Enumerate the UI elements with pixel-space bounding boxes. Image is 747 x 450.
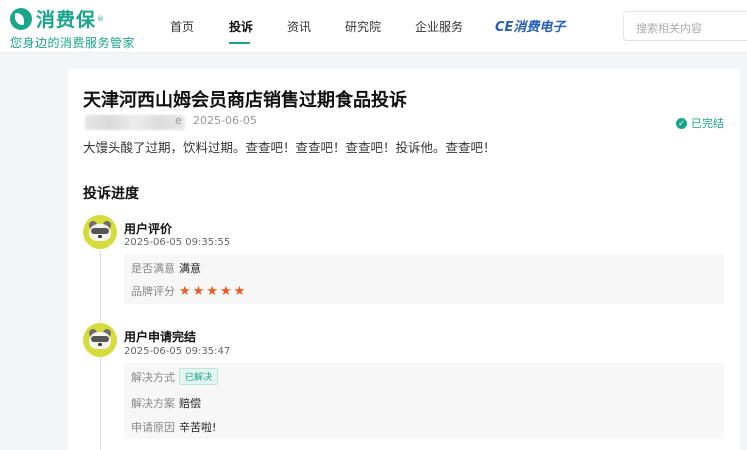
active-nav-indicator	[229, 42, 250, 44]
complaint-date: 2025-06-05	[193, 114, 257, 127]
plan-row: 解决方案 赔偿	[131, 395, 201, 411]
leaf-logo-icon	[10, 7, 32, 30]
star-icon: ★	[206, 283, 218, 299]
username-tail: e	[175, 114, 182, 127]
nav-news[interactable]: 资讯	[287, 18, 311, 35]
rating-label: 品牌评分	[131, 285, 175, 298]
complaint-card: 天津河西山姆会员商店销售过期食品投诉 e 2025-06-05 ✓ 已完结 大馒…	[68, 69, 740, 450]
event-time: 2025-06-05 09:35:55	[124, 237, 231, 248]
reason-row: 申请原因 辛苦啦!	[131, 419, 216, 435]
registered-mark: ®	[97, 14, 105, 23]
event-detail-box: 解决方式 已解决 解决方案 赔偿 申请原因 辛苦啦!	[124, 363, 724, 439]
plan-value: 赔偿	[179, 397, 201, 410]
user-avatar	[83, 323, 117, 357]
site-logo[interactable]: 消费保 ® 您身边的消费服务管家	[10, 5, 135, 51]
event-title: 用户评价	[124, 222, 173, 236]
plan-label: 解决方案	[131, 397, 175, 410]
rating-stars: ★ ★ ★ ★ ★	[179, 284, 247, 299]
blurred-username	[85, 115, 185, 130]
method-row: 解决方式 已解决	[131, 368, 219, 385]
nav-enterprise[interactable]: 企业服务	[415, 18, 463, 35]
satisfied-label: 是否满意	[131, 262, 175, 275]
method-label: 解决方式	[131, 370, 175, 384]
star-icon: ★	[192, 283, 205, 299]
event-title: 用户申请完结	[124, 330, 197, 344]
progress-title: 投诉进度	[83, 186, 139, 202]
nav-research[interactable]: 研究院	[345, 18, 381, 35]
event-time: 2025-06-05 09:35:47	[124, 346, 231, 357]
complaint-description: 大馒头酸了过期，饮料过期。查查吧！查查吧！查查吧！投诉他。查查吧！	[83, 140, 496, 155]
star-icon: ★	[219, 283, 232, 299]
event-detail-box: 是否满意 满意 品牌评分 ★ ★ ★ ★ ★	[124, 254, 724, 304]
satisfied-value: 满意	[179, 262, 201, 275]
reason-value: 辛苦啦!	[179, 421, 217, 434]
satisfied-row: 是否满意 满意	[131, 260, 201, 276]
rating-row: 品牌评分 ★ ★ ★ ★ ★	[131, 283, 247, 299]
logo-slogan: 您身边的消费服务管家	[10, 36, 136, 50]
ce-electronics-link[interactable]: CE消费电子	[495, 16, 565, 35]
complaint-title: 天津河西山姆会员商店销售过期食品投诉	[83, 90, 407, 111]
status-badge: ✓ 已完结	[676, 115, 724, 131]
reason-label: 申请原因	[131, 421, 175, 434]
status-text: 已完结	[691, 117, 724, 130]
user-avatar	[83, 215, 117, 249]
nav-complaints[interactable]: 投诉	[229, 18, 253, 35]
star-icon: ★	[179, 283, 191, 299]
logo-name: 消费保	[36, 9, 97, 31]
check-circle-icon: ✓	[676, 117, 687, 129]
search-input[interactable]: 搜索相关内容	[623, 11, 747, 41]
top-header: 消费保 ® 您身边的消费服务管家 首页 投诉 资讯 研究院 企业服务 CE消费电…	[0, 0, 747, 53]
star-icon: ★	[233, 283, 246, 299]
nav-home[interactable]: 首页	[170, 18, 194, 35]
resolved-tag: 已解决	[179, 368, 219, 385]
